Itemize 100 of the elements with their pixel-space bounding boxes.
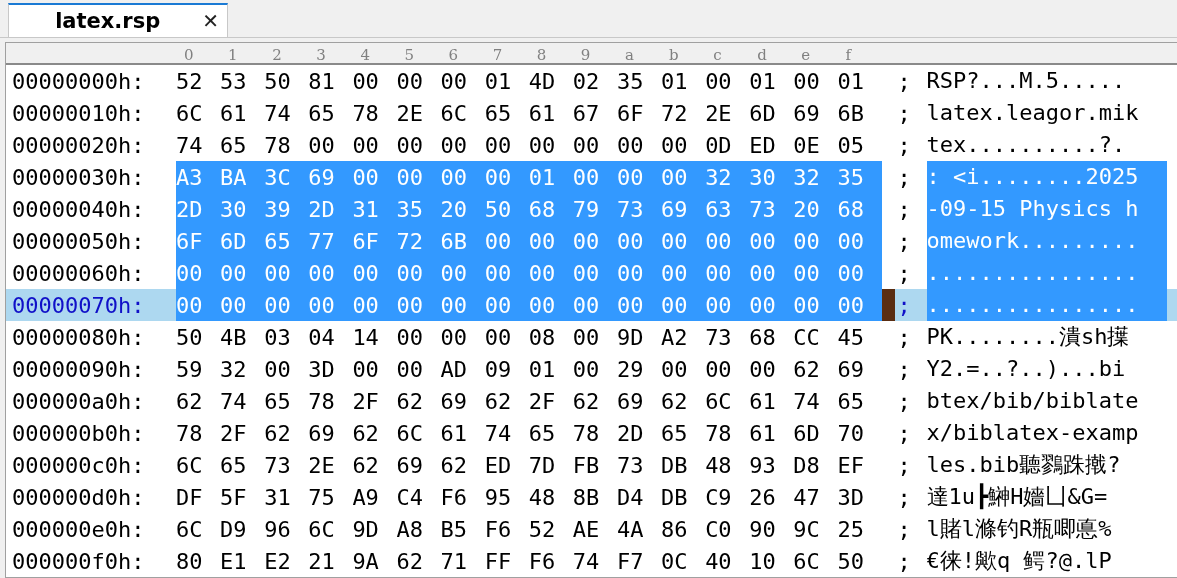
hex-byte: 00 — [616, 260, 645, 286]
hex-byte: 61 — [528, 100, 557, 126]
hex-byte: 00 — [661, 260, 689, 286]
row-offset: 000000b0h: — [11, 420, 146, 446]
hex-byte: AD — [440, 356, 469, 382]
hex-byte: CC — [793, 324, 821, 350]
hex-byte: 50 — [176, 324, 204, 350]
hex-byte: 78 — [308, 388, 336, 414]
row-offset: 00000050h: — [11, 228, 146, 254]
hex-byte: 62 — [264, 420, 292, 446]
hex-byte: 30 — [749, 164, 777, 190]
hex-byte: 00 — [616, 228, 645, 254]
hex-byte: 6F — [616, 100, 645, 126]
hex-byte: 09 — [484, 356, 513, 382]
close-icon[interactable]: ✕ — [202, 9, 219, 33]
hex-byte: 78 — [352, 100, 380, 126]
separator-semicolon: ; — [896, 292, 912, 318]
ascii-text: 達1u┣鰰H嬙凵&G= — [926, 482, 1109, 512]
hex-byte: 35 — [837, 164, 865, 190]
hex-byte: 50 — [837, 548, 865, 574]
ascii-text: ................ — [926, 257, 1167, 289]
row-offset: 00000040h: — [11, 196, 146, 222]
hex-byte: 65 — [264, 228, 292, 254]
hex-byte: 62 — [440, 452, 469, 478]
hex-byte: 69 — [661, 196, 689, 222]
hex-byte: 47 — [793, 484, 821, 510]
ruler-label: a — [623, 45, 635, 63]
hex-byte: D9 — [220, 516, 248, 542]
hex-byte: 00 — [484, 164, 513, 190]
separator-semicolon: ; — [896, 484, 912, 510]
hex-byte: 00 — [352, 356, 380, 382]
hex-byte: 73 — [705, 324, 733, 350]
hex-byte: 31 — [352, 196, 380, 222]
hex-byte: 00 — [793, 68, 821, 94]
hex-byte: 4A — [616, 516, 645, 542]
hex-byte: 00 — [396, 356, 424, 382]
hex-byte: 74 — [484, 420, 513, 446]
ruler-label: f — [844, 45, 853, 63]
separator-semicolon: ; — [896, 516, 912, 542]
ascii-text: latex.leagor.mik — [926, 99, 1140, 127]
hex-byte: 78 — [705, 420, 733, 446]
hex-byte: 00 — [837, 260, 865, 286]
hex-byte: F6 — [528, 548, 557, 574]
hex-byte: 32 — [220, 356, 248, 382]
hex-byte: 61 — [749, 420, 777, 446]
hex-byte: 52 — [176, 68, 204, 94]
hex-byte: 00 — [484, 292, 513, 318]
hex-byte: F7 — [616, 548, 645, 574]
hex-byte: 00 — [396, 260, 424, 286]
separator-semicolon: ; — [896, 452, 912, 478]
hex-byte: 4B — [220, 324, 248, 350]
hex-byte: 62 — [176, 388, 204, 414]
hex-byte: 08 — [528, 324, 557, 350]
hex-byte: 96 — [264, 516, 292, 542]
hex-byte: 2D — [176, 196, 204, 222]
hex-byte: 00 — [484, 132, 513, 158]
row-offset: 000000a0h: — [11, 388, 146, 414]
ruler-label: 9 — [579, 45, 592, 63]
hex-byte: 00 — [661, 132, 689, 158]
hex-byte: 69 — [308, 420, 336, 446]
ruler-label: 2 — [271, 45, 283, 63]
hex-byte: 00 — [396, 292, 424, 318]
file-tab[interactable]: latex.rsp ✕ — [8, 3, 228, 37]
hex-byte: 52 — [528, 516, 557, 542]
ascii-text: omework......... — [926, 225, 1167, 257]
separator-semicolon: ; — [896, 68, 912, 94]
hex-byte: 65 — [837, 388, 865, 414]
hex-byte: 48 — [528, 484, 557, 510]
hex-byte: 00 — [572, 292, 601, 318]
hex-byte: 20 — [440, 196, 469, 222]
hex-byte: 00 — [705, 356, 733, 382]
separator-semicolon: ; — [896, 164, 912, 190]
hex-byte: 00 — [616, 164, 645, 190]
separator-semicolon: ; — [896, 260, 912, 286]
hex-byte: 26 — [749, 484, 777, 510]
hex-byte: 68 — [749, 324, 777, 350]
hex-byte: 00 — [572, 132, 601, 158]
ascii-text: -09-15 Physics h — [926, 193, 1167, 225]
hex-byte: 32 — [705, 164, 733, 190]
hex-byte: 72 — [661, 100, 689, 126]
hex-byte: 62 — [661, 388, 689, 414]
hex-byte: 6C — [793, 548, 821, 574]
hex-byte: 74 — [793, 388, 821, 414]
hex-byte: 00 — [572, 228, 601, 254]
hex-byte: 61 — [749, 388, 777, 414]
ruler-label: 0 — [183, 45, 195, 63]
hex-byte: 73 — [616, 452, 645, 478]
hex-byte: 00 — [528, 228, 557, 254]
hex-byte: 39 — [264, 196, 292, 222]
hex-byte: 50 — [264, 68, 292, 94]
hex-byte: AE — [572, 516, 601, 542]
hex-byte: FF — [484, 548, 513, 574]
ruler-label: c — [712, 45, 723, 63]
hex-byte: 00 — [528, 292, 557, 318]
separator-semicolon: ; — [896, 420, 912, 446]
row-offset: 000000e0h: — [11, 516, 146, 542]
row-offset: 00000090h: — [11, 356, 146, 382]
hex-byte: 00 — [793, 292, 821, 318]
hex-byte: 6C — [176, 516, 204, 542]
hex-byte: 9C — [793, 516, 821, 542]
